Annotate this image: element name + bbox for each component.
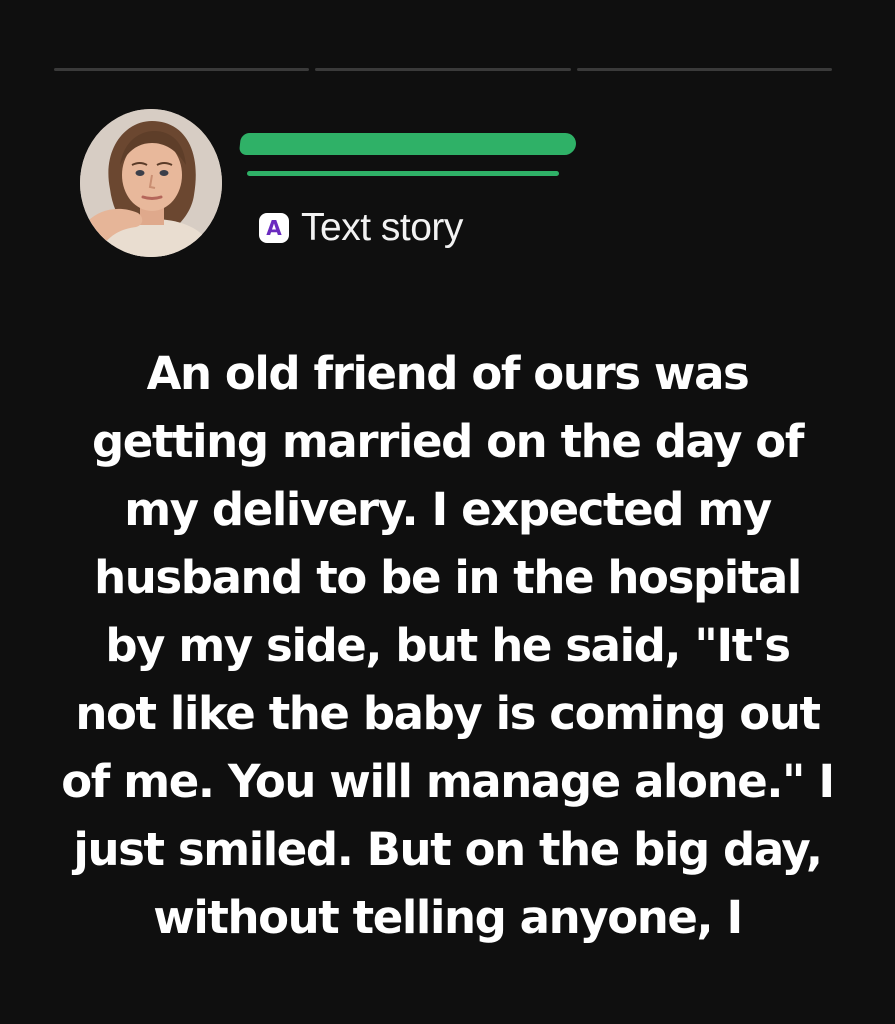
ai-badge-icon: A [259, 213, 289, 243]
story-progress-bars [54, 68, 832, 71]
author-name-redaction [238, 133, 578, 176]
story-type-label: Text story [301, 206, 463, 249]
story-progress-segment [576, 68, 832, 71]
woman-portrait-avatar-icon [80, 109, 222, 257]
story-progress-segment [54, 68, 310, 71]
redaction-mark [238, 133, 578, 155]
story-progress-segment [315, 68, 571, 71]
story-type-row: A Text story [259, 206, 463, 250]
story-text: An old friend of ours was getting marrie… [61, 347, 835, 944]
author-avatar[interactable] [80, 109, 222, 257]
redaction-mark-underline [247, 171, 559, 176]
